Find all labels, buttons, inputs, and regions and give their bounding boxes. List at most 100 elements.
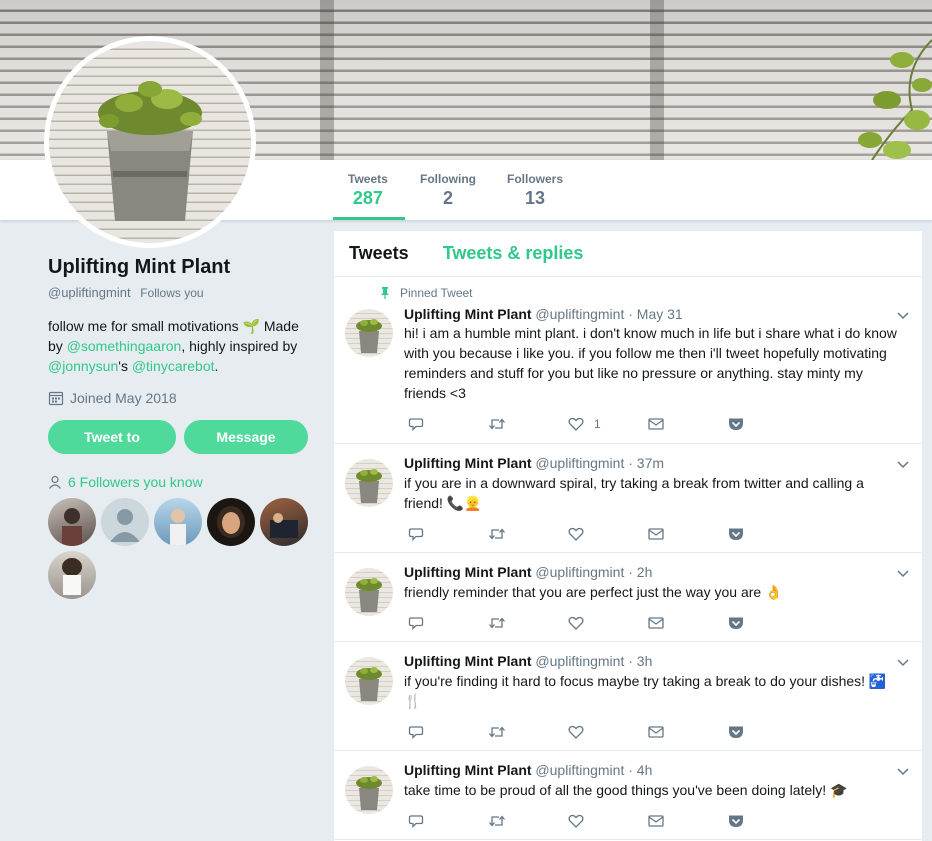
retweet-button[interactable] [488,416,568,432]
chevron-down-icon[interactable] [896,458,910,472]
follower-avatar[interactable] [48,498,96,546]
tweet-avatar[interactable] [345,459,393,507]
retweet-icon [489,726,505,738]
tweet-item[interactable]: Pinned Tweet Uplifting Mint Plant @uplif… [334,277,922,444]
tweet-avatar[interactable] [345,766,393,814]
reply-button[interactable] [408,813,488,829]
follower-avatar[interactable] [154,498,202,546]
tweet-avatar[interactable] [345,657,393,705]
tweet-text-line: take time to be proud of all the good th… [404,782,848,798]
tweet-to-button[interactable]: Tweet to [48,420,176,454]
chevron-down-icon[interactable] [896,309,910,323]
like-button[interactable]: 1 [568,416,648,432]
tweet-author-name[interactable]: Uplifting Mint Plant [404,455,532,471]
reply-button[interactable] [408,526,488,542]
tweet-meta[interactable]: @upliftingmint · 2h [535,564,652,580]
followers-you-know-link[interactable]: 6 Followers you know [48,474,310,490]
stat-value: 2 [442,188,453,208]
chevron-down-icon[interactable] [896,765,910,779]
tweet-author-name[interactable]: Uplifting Mint Plant [404,653,532,669]
seedling-icon: 🌱 [242,318,260,334]
tweet-meta[interactable]: @upliftingmint · 37m [535,455,664,471]
profile-card: Uplifting Mint Plant @upliftingmint Foll… [48,256,310,599]
bio-mention-link[interactable]: @tinycarebot [132,358,215,374]
envelope-icon [648,815,664,827]
tweet-text: hi! i am a humble mint plant. i don't kn… [404,323,912,403]
tweet-item[interactable]: Uplifting Mint Plant @upliftingmint · 3h… [334,642,922,751]
retweet-icon [489,815,505,827]
tweet-actions [408,724,808,740]
pocket-icon [729,418,743,430]
tweet-avatar[interactable] [345,568,393,616]
follower-photo [62,508,82,546]
active-stat-underline [333,217,405,220]
retweet-button[interactable] [488,724,568,740]
dm-button[interactable] [648,725,728,739]
tweet-author-name[interactable]: Uplifting Mint Plant [404,564,532,580]
tab-tweets-and-replies[interactable]: Tweets & replies [443,243,584,264]
like-button[interactable] [568,615,648,631]
follower-avatar[interactable] [207,498,255,546]
plant-avatar-image [356,776,382,810]
tweet-actions: 1 [408,416,808,432]
tweet-header: Uplifting Mint Plant @upliftingmint · 3h [404,653,652,669]
timeline-panel: Tweets Tweets & replies Pinned Tweet Upl… [334,231,922,841]
stat-following[interactable]: Following 2 [420,172,476,209]
tweet-text-line: friend! 📞👱 [404,495,482,511]
tweet-text: if you're finding it hard to focus maybe… [404,671,912,711]
stat-tweets[interactable]: Tweets 287 [348,172,388,209]
envelope-icon [648,726,664,738]
reply-button[interactable] [408,724,488,740]
tweet-author-name[interactable]: Uplifting Mint Plant [404,306,532,322]
stat-value: 287 [352,188,383,208]
profile-handle[interactable]: @upliftingmint [48,285,131,300]
like-button[interactable] [568,724,648,740]
retweet-button[interactable] [488,615,568,631]
tweet-meta[interactable]: @upliftingmint · 3h [535,653,652,669]
follower-avatar[interactable] [48,551,96,599]
chevron-down-icon[interactable] [896,656,910,670]
retweet-button[interactable] [488,526,568,542]
banner-window-frame [650,0,664,160]
save-button[interactable] [728,417,808,431]
followers-avatars [48,498,318,599]
reply-icon [408,528,424,542]
timeline-tabs: Tweets Tweets & replies [334,231,922,277]
retweet-button[interactable] [488,813,568,829]
like-button[interactable] [568,813,648,829]
tweet-item[interactable]: Uplifting Mint Plant @upliftingmint · 4h… [334,751,922,840]
tweet-meta[interactable]: @upliftingmint · May 31 [535,306,682,322]
tweet-item[interactable]: Uplifting Mint Plant @upliftingmint · 2h… [334,553,922,642]
bio-text: 's [118,358,132,374]
save-button[interactable] [728,616,808,630]
tab-tweets[interactable]: Tweets [349,243,409,264]
bio-mention-link[interactable]: @somethingaaron [67,338,182,354]
tweet-item[interactable]: Uplifting Mint Plant @upliftingmint · 37… [334,444,922,553]
like-button[interactable] [568,526,648,542]
follower-avatar-default[interactable] [101,498,149,546]
tweet-actions [408,526,808,542]
tweet-avatar[interactable] [345,309,393,357]
tweet-meta[interactable]: @upliftingmint · 4h [535,762,652,778]
reply-button[interactable] [408,416,488,432]
profile-actions: Tweet to Message [48,420,310,454]
follower-photo [170,509,186,546]
stat-followers[interactable]: Followers 13 [507,172,563,209]
message-button[interactable]: Message [184,420,308,454]
tweet-author-name[interactable]: Uplifting Mint Plant [404,762,532,778]
dm-button[interactable] [648,616,728,630]
bio-mention-link[interactable]: @jonnysun [48,358,118,374]
save-button[interactable] [728,527,808,541]
dm-button[interactable] [648,527,728,541]
follower-avatar[interactable] [260,498,308,546]
dm-button[interactable] [648,814,728,828]
chevron-down-icon[interactable] [896,567,910,581]
save-button[interactable] [728,725,808,739]
reply-button[interactable] [408,615,488,631]
followers-you-know-text: 6 Followers you know [68,474,203,490]
joined-date: Joined May 2018 [48,390,310,406]
dm-button[interactable] [648,417,728,431]
profile-avatar[interactable] [44,36,256,248]
like-count: 1 [594,417,601,431]
save-button[interactable] [728,814,808,828]
